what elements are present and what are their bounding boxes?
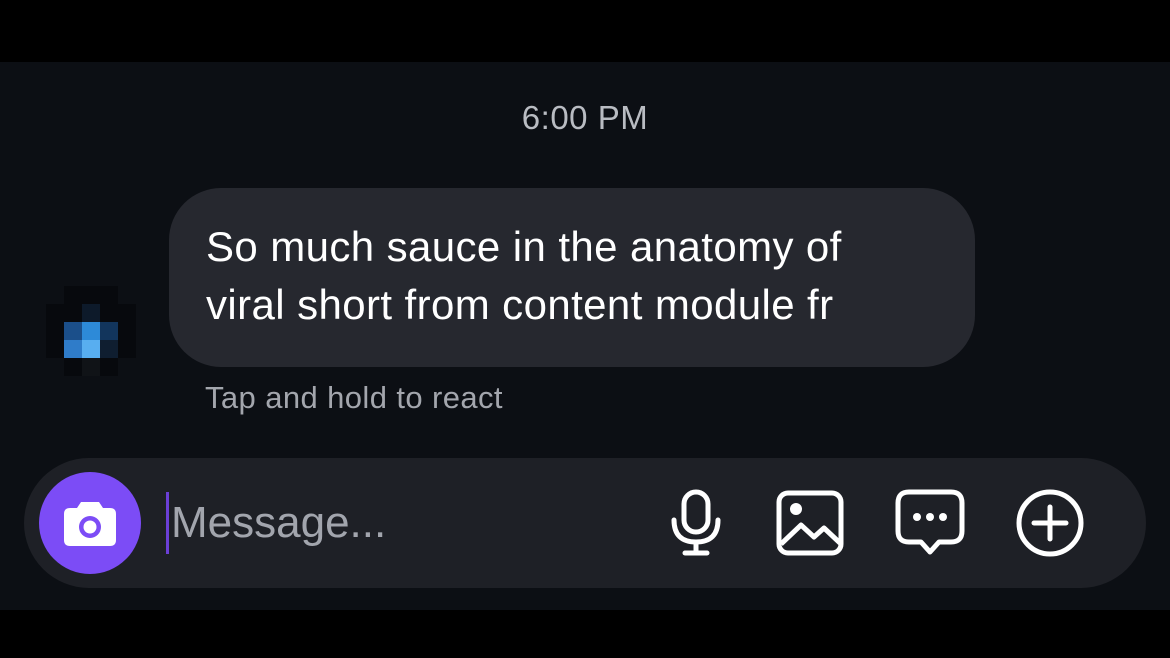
camera-icon (64, 502, 116, 546)
text-cursor (166, 492, 169, 554)
message-field[interactable] (165, 488, 645, 558)
message-composer (24, 458, 1146, 588)
camera-button[interactable] (39, 472, 141, 574)
react-hint: Tap and hold to react (205, 380, 503, 415)
microphone-icon (671, 489, 721, 556)
image-icon (776, 490, 844, 556)
voice-message-button[interactable] (658, 485, 734, 561)
message-timestamp: 6:00 PM (521, 99, 649, 136)
avatar-pixelated-image (46, 286, 136, 376)
chat-screen: 6:00 PM So much sauce in the anatomy of … (0, 62, 1170, 610)
message-text-line: So much sauce in the anatomy of (206, 223, 842, 270)
more-options-button[interactable] (1012, 485, 1088, 561)
message-text-line: viral short from content module fr (206, 281, 834, 328)
avatar[interactable] (46, 286, 136, 376)
chat-bubble-icon (895, 489, 965, 555)
bottom-letterbox (0, 610, 1170, 658)
received-message-bubble[interactable]: So much sauce in the anatomy of viral sh… (169, 188, 975, 367)
plus-icon (1016, 489, 1084, 557)
message-input[interactable] (171, 488, 641, 558)
sticker-button[interactable] (892, 485, 968, 561)
gallery-button[interactable] (772, 485, 848, 561)
message-text: So much sauce in the anatomy of viral sh… (206, 218, 966, 334)
